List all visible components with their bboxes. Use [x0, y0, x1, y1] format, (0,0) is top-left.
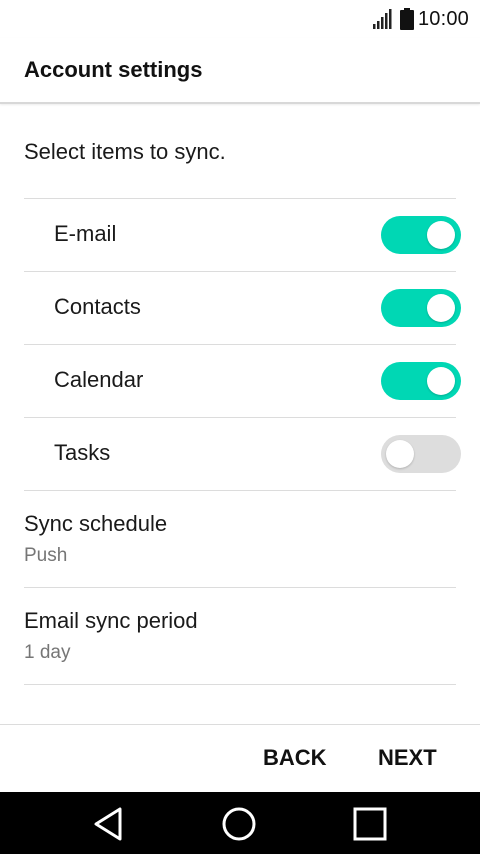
- setting-value: 1 day: [24, 642, 71, 663]
- sync-item-label: Tasks: [54, 440, 111, 465]
- calendar-sync-toggle[interactable]: [381, 362, 461, 400]
- status-icons: 10:00: [372, 7, 469, 31]
- navigation-bar: [0, 792, 480, 854]
- setting-value: Push: [24, 545, 68, 566]
- tasks-sync-toggle[interactable]: [381, 435, 461, 473]
- home-circle-icon[interactable]: [219, 804, 259, 844]
- back-triangle-icon[interactable]: [89, 804, 129, 844]
- sync-item-label: E-mail: [54, 221, 117, 246]
- next-button[interactable]: NEXT: [378, 740, 437, 776]
- sync-row-calendar[interactable]: Calendar: [0, 345, 480, 417]
- email-sync-toggle[interactable]: [381, 216, 461, 254]
- sync-row-contacts[interactable]: Contacts: [0, 272, 480, 344]
- back-button[interactable]: BACK: [263, 740, 327, 776]
- divider: [24, 684, 456, 685]
- toggle-knob: [427, 294, 455, 322]
- sync-schedule-setting[interactable]: Sync schedule Push: [0, 491, 480, 587]
- status-bar: 10:00: [0, 0, 480, 38]
- setting-title: Sync schedule: [24, 511, 168, 536]
- signal-icon: [372, 9, 392, 29]
- sync-item-label: Calendar: [54, 367, 144, 392]
- sync-section-label: Select items to sync.: [24, 139, 226, 164]
- sync-row-tasks[interactable]: Tasks: [0, 418, 480, 490]
- contacts-sync-toggle[interactable]: [381, 289, 461, 327]
- setting-title: Email sync period: [24, 608, 198, 633]
- email-sync-period-setting[interactable]: Email sync period 1 day: [0, 588, 480, 684]
- screen: 10:00 Account settings Select items to s…: [0, 0, 480, 854]
- sync-row-email[interactable]: E-mail: [0, 199, 480, 271]
- battery-icon: [399, 8, 414, 30]
- action-bar-divider: [0, 724, 480, 725]
- recent-apps-square-icon[interactable]: [350, 804, 390, 844]
- app-bar: Account settings: [0, 38, 480, 104]
- toggle-knob: [427, 367, 455, 395]
- page-title: Account settings: [24, 57, 203, 82]
- status-time: 10:00: [417, 7, 469, 30]
- sync-item-label: Contacts: [54, 294, 141, 319]
- toggle-knob: [427, 221, 455, 249]
- toggle-knob: [386, 440, 414, 468]
